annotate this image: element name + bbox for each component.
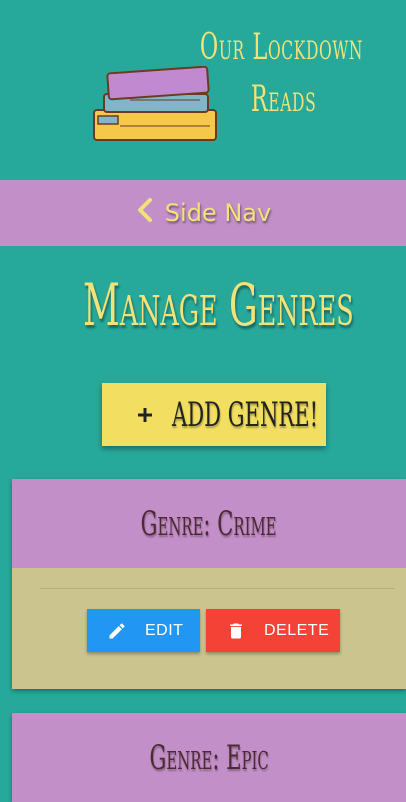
genre-card: Genre: Epic	[12, 713, 406, 802]
add-genre-label: ADD GENRE!	[172, 394, 319, 435]
side-nav-toggle[interactable]: Side Nav	[0, 180, 406, 246]
add-genre-button[interactable]: ADD GENRE!	[102, 383, 326, 446]
chevron-left-icon	[135, 197, 155, 230]
genre-heading: Genre: Epic	[149, 737, 269, 778]
genre-card-header: Genre: Epic	[12, 713, 406, 802]
edit-label: EDIT	[145, 621, 184, 639]
site-title-line2: Reads	[250, 79, 317, 120]
genre-card-header: Genre: Crime	[12, 479, 406, 568]
trash-icon	[226, 621, 246, 641]
plus-icon	[136, 399, 154, 431]
edit-button[interactable]: EDIT	[87, 609, 200, 652]
side-nav-label: Side Nav	[164, 199, 272, 227]
genre-card-actions: EDIT DELETE	[12, 568, 406, 689]
genre-heading: Genre: Crime	[141, 503, 277, 544]
site-title-line1: Our Lockdown	[199, 27, 364, 68]
pencil-icon	[107, 621, 127, 641]
delete-label: DELETE	[264, 621, 330, 639]
site-header: Our Lockdown Reads	[0, 0, 406, 180]
page-title: Manage Genres	[82, 271, 354, 339]
site-title[interactable]: Our Lockdown Reads	[160, 22, 370, 126]
delete-button[interactable]: DELETE	[206, 609, 340, 652]
genre-card: Genre: Crime EDIT DELETE	[12, 479, 406, 689]
divider	[40, 588, 395, 589]
